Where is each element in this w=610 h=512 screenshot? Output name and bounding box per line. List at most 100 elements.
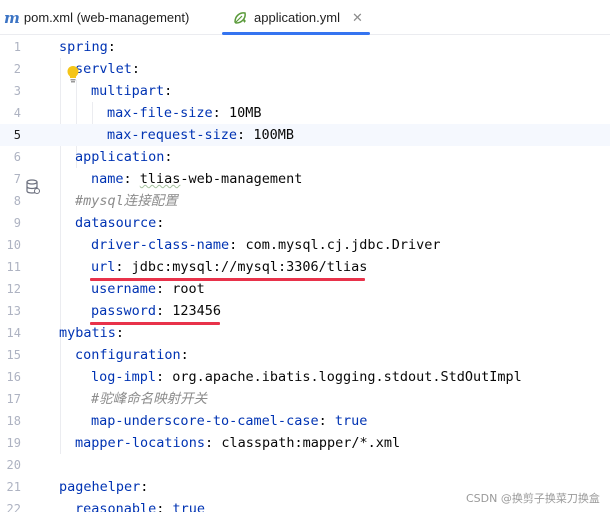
line-number: 6 bbox=[13, 150, 21, 164]
code-line[interactable]: 2 servlet: bbox=[0, 58, 610, 80]
code-text: #驼峰命名映射开关 bbox=[91, 388, 207, 410]
code-line[interactable]: 15 configuration: bbox=[0, 344, 610, 366]
code-text: log-impl: org.apache.ibatis.logging.stdo… bbox=[91, 366, 522, 388]
editor-tab-bar: m pom.xml (web-management) application.y… bbox=[0, 0, 610, 35]
code-line[interactable]: 5 max-request-size: 100MB bbox=[0, 124, 610, 146]
code-line[interactable]: 17 #驼峰命名映射开关 bbox=[0, 388, 610, 410]
line-number: 11 bbox=[6, 260, 21, 274]
code-line[interactable]: 14 mybatis: bbox=[0, 322, 610, 344]
token: multipart bbox=[91, 83, 165, 99]
line-number: 9 bbox=[13, 216, 21, 230]
token: application bbox=[75, 149, 165, 165]
token: : bbox=[140, 479, 149, 495]
line-number: 2 bbox=[13, 62, 21, 76]
code-text: max-request-size: 100MB bbox=[107, 124, 294, 146]
code-text: map-underscore-to-camel-case: true bbox=[91, 410, 367, 432]
code-line[interactable]: 7 name: tlias-web-management bbox=[0, 168, 610, 190]
token: : bbox=[156, 215, 165, 231]
token: max-file-size bbox=[107, 105, 213, 121]
line-number: 15 bbox=[6, 348, 21, 362]
code-line[interactable]: 19 mapper-locations: classpath:mapper/*.x… bbox=[0, 432, 610, 454]
line-number: 17 bbox=[6, 392, 21, 406]
close-icon[interactable]: ✕ bbox=[352, 10, 363, 26]
token: : bbox=[156, 281, 173, 297]
token: max-request-size bbox=[107, 127, 238, 143]
token: map-underscore-to-camel-case bbox=[91, 413, 319, 429]
line-number: 14 bbox=[6, 326, 21, 340]
code-line[interactable]: 10 driver-class-name: com.mysql.cj.jdbc.D… bbox=[0, 234, 610, 256]
active-tab-indicator bbox=[222, 32, 370, 35]
lightbulb-icon[interactable] bbox=[66, 65, 80, 87]
line-number: 16 bbox=[6, 370, 21, 384]
line-number: 1 bbox=[13, 40, 21, 54]
code-text: name: tlias-web-management bbox=[91, 168, 302, 190]
code-editor[interactable]: 1 spring: 2 servlet: 3 multipart: 4 max-file-si… bbox=[0, 36, 610, 512]
code-line[interactable]: 12 username: root bbox=[0, 278, 610, 300]
code-line[interactable]: 1 spring: bbox=[0, 36, 610, 58]
token: tlias bbox=[139, 171, 181, 187]
code-line[interactable]: 6 application: bbox=[0, 146, 610, 168]
code-line[interactable]: 13 password: 123456 bbox=[0, 300, 610, 322]
token: true bbox=[334, 413, 368, 429]
token: log-impl bbox=[91, 369, 157, 385]
token: username bbox=[91, 281, 157, 297]
line-number: 20 bbox=[6, 458, 21, 472]
code-text: driver-class-name: com.mysql.cj.jdbc.Dri… bbox=[91, 234, 441, 256]
token: : bbox=[115, 325, 125, 341]
code-line[interactable]: 18 map-underscore-to-camel-case: true bbox=[0, 410, 610, 432]
token: 10MB bbox=[228, 105, 262, 121]
token: : bbox=[107, 39, 116, 55]
code-line[interactable]: 16 log-impl: org.apache.ibatis.logging.st… bbox=[0, 366, 610, 388]
code-text: password: 123456 bbox=[91, 300, 221, 322]
line-number: 21 bbox=[6, 480, 21, 494]
line-number: 10 bbox=[6, 238, 21, 252]
tab-application-yml[interactable]: application.yml ✕ bbox=[222, 0, 370, 35]
code-text: configuration: bbox=[75, 344, 189, 366]
token: password bbox=[91, 303, 157, 319]
token: jdbc:mysql://mysql:3306/tlias bbox=[131, 259, 368, 275]
tab-pom-xml[interactable]: m pom.xml (web-management) bbox=[4, 0, 189, 35]
token: : bbox=[156, 303, 173, 319]
token: driver-class-name bbox=[91, 237, 230, 253]
token: true bbox=[172, 501, 206, 512]
line-number: 19 bbox=[6, 436, 21, 450]
code-text: application: bbox=[75, 146, 173, 168]
token: : bbox=[115, 259, 132, 275]
token: : bbox=[164, 83, 173, 99]
code-line[interactable]: 9 datasource: bbox=[0, 212, 610, 234]
code-line[interactable]: 20 bbox=[0, 454, 610, 476]
code-line[interactable]: 4 max-file-size: 10MB bbox=[0, 102, 610, 124]
code-text: servlet: bbox=[75, 58, 140, 80]
watermark: CSDN @换剪子换菜刀换盒 bbox=[466, 492, 600, 505]
token: 123456 bbox=[172, 303, 222, 319]
line-number: 12 bbox=[6, 282, 21, 296]
token: pagehelper bbox=[59, 479, 141, 495]
token: : bbox=[229, 237, 246, 253]
line-number: 5 bbox=[13, 128, 21, 142]
line-number: 4 bbox=[13, 106, 21, 120]
line-number: 7 bbox=[13, 172, 21, 186]
token: : bbox=[237, 127, 254, 143]
token: org.apache.ibatis.logging.stdout.StdOutI… bbox=[172, 369, 522, 385]
database-icon[interactable] bbox=[26, 179, 40, 199]
line-number: 22 bbox=[6, 502, 21, 512]
token: mapper-locations bbox=[75, 435, 206, 451]
code-text: spring: bbox=[59, 36, 116, 58]
code-text: #mysql连接配置 bbox=[75, 190, 178, 212]
token: configuration bbox=[75, 347, 181, 363]
line-number: 3 bbox=[13, 84, 21, 98]
tab-label: pom.xml (web-management) bbox=[23, 10, 190, 25]
code-text: url: jdbc:mysql://mysql:3306/tlias bbox=[91, 256, 367, 278]
code-text: mapper-locations: classpath:mapper/*.xml bbox=[75, 432, 400, 454]
code-text: reasonable: true bbox=[75, 498, 205, 512]
code-text: username: root bbox=[91, 278, 205, 300]
token: root bbox=[172, 281, 205, 297]
token: name bbox=[91, 171, 124, 187]
code-text: multipart: bbox=[91, 80, 172, 102]
token: : bbox=[205, 435, 222, 451]
code-text: datasource: bbox=[75, 212, 164, 234]
code-line[interactable]: 11 url: jdbc:mysql://mysql:3306/tlias bbox=[0, 256, 610, 278]
code-line[interactable]: 3 multipart: bbox=[0, 80, 610, 102]
token: #mysql连接配置 bbox=[75, 193, 178, 209]
code-line[interactable]: 8 #mysql连接配置 bbox=[0, 190, 610, 212]
